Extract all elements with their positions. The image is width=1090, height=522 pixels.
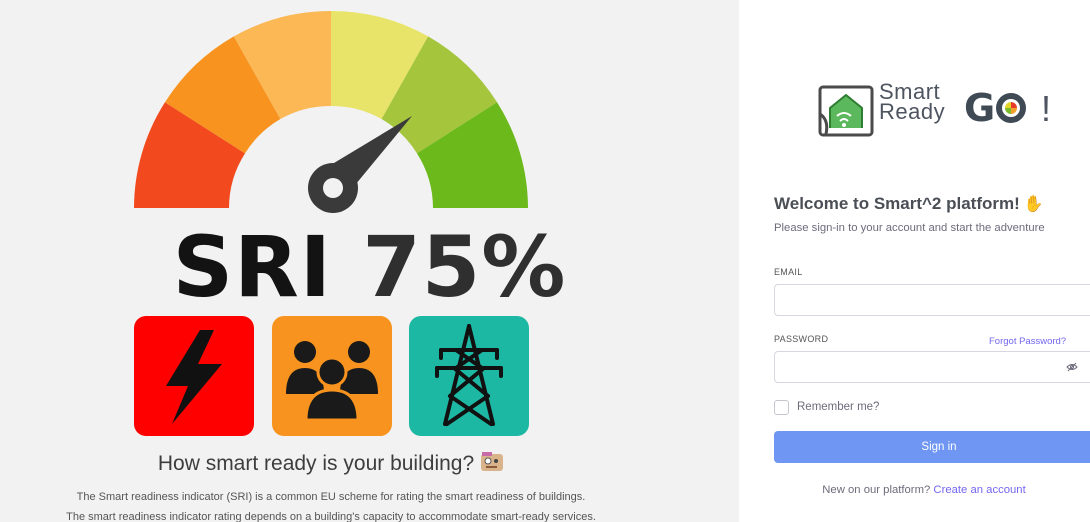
logo-go: G <box>964 86 1027 130</box>
logo-go-letter: G <box>964 86 996 130</box>
hero-question: How smart ready is your building? <box>0 451 662 477</box>
gauge-needle <box>308 116 412 213</box>
grid-tile <box>409 316 529 436</box>
lightning-bolt-icon <box>166 330 222 424</box>
energy-tile <box>134 316 254 436</box>
login-subtitle: Please sign-in to your account and start… <box>774 222 1045 234</box>
remember-me-checkbox[interactable] <box>774 400 789 415</box>
power-tower-icon <box>435 324 503 426</box>
sri-label: SRI <box>172 218 333 316</box>
email-label: EMAIL <box>774 267 803 277</box>
remember-me-label[interactable]: Remember me? <box>797 400 879 415</box>
password-label: PASSWORD <box>774 334 829 344</box>
occupants-tile <box>272 316 392 436</box>
create-account-link[interactable]: Create an account <box>933 484 1025 496</box>
forgot-password-link[interactable]: Forgot Password? <box>989 336 1066 347</box>
sri-gauge <box>134 10 528 213</box>
logo-line-2: Ready <box>879 99 946 124</box>
register-prompt: New on our platform? Create an account <box>774 483 1074 497</box>
new-on-platform-text: New on our platform? <box>822 484 931 496</box>
welcome-heading: Welcome to Smart^2 platform! ✋ <box>774 193 1044 216</box>
hero-panel: SRI 75% How smart ready is your building… <box>0 0 739 522</box>
welcome-text: Welcome to Smart^2 platform! <box>774 194 1020 213</box>
gauge-o-icon <box>996 93 1027 123</box>
question-text: How smart ready is your building? <box>157 452 475 475</box>
email-field[interactable] <box>774 284 1090 316</box>
face-with-monocle-icon <box>480 451 504 473</box>
eye-off-icon[interactable] <box>1066 361 1078 373</box>
description-line-2: The smart readiness indicator rating dep… <box>66 511 596 522</box>
logo-wordmark: Smart Ready <box>879 81 946 124</box>
password-field[interactable] <box>774 351 1090 383</box>
people-group-icon <box>286 341 378 422</box>
logo-exclamation: ! <box>1041 88 1052 129</box>
smart-home-icon <box>818 85 874 137</box>
description-line-1: The Smart readiness indicator (SRI) is a… <box>76 491 586 503</box>
sri-score: SRI 75% <box>0 222 739 312</box>
sri-value: 75% <box>362 218 567 316</box>
sign-in-button[interactable]: Sign in <box>774 431 1090 463</box>
waving-hand-icon: ✋ <box>1023 196 1044 213</box>
